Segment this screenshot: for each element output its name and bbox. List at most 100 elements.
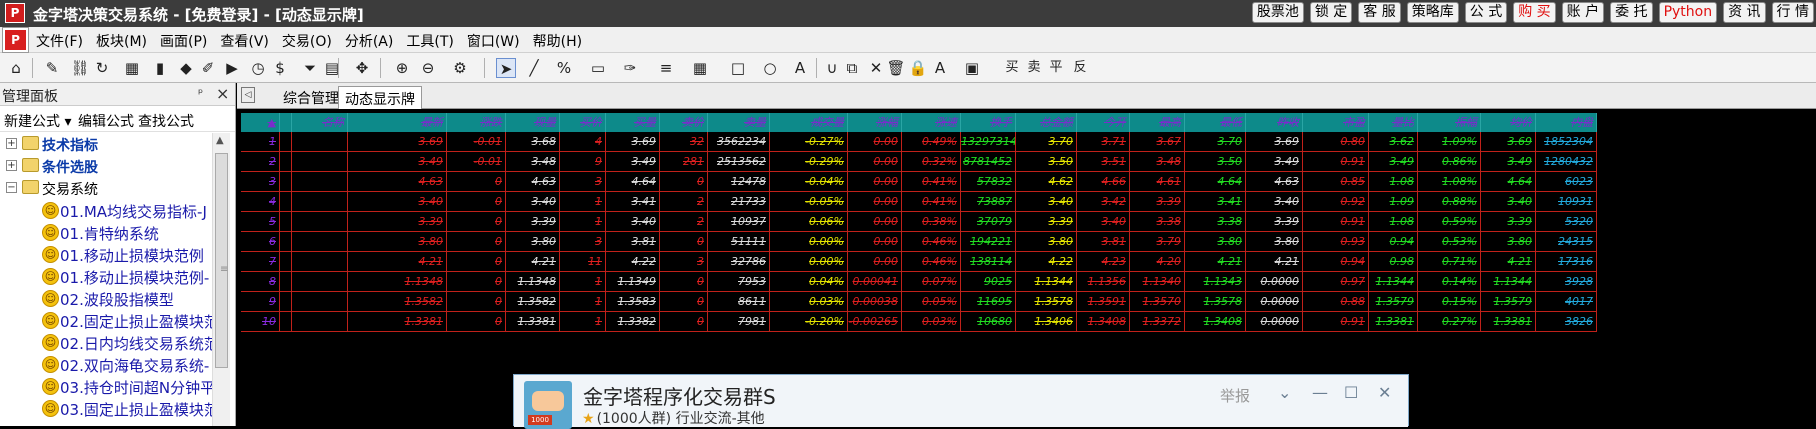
grid-cell[interactable]: 0.00 (848, 152, 902, 172)
trash-icon[interactable]: 🗑 (886, 58, 906, 78)
grid-cell[interactable]: 0.41% (902, 192, 961, 212)
menu-item[interactable]: 工具(T) (406, 31, 453, 51)
grid-cell[interactable]: 3.69 (1481, 132, 1536, 152)
grid-cell[interactable] (280, 312, 292, 332)
sell-icon[interactable]: 卖 (1024, 58, 1044, 78)
grid-cell[interactable]: 3.49 (606, 152, 660, 172)
menu-item[interactable]: 画面(P) (160, 31, 207, 51)
column-header[interactable]: 振幅 (1418, 113, 1481, 132)
grid-cell[interactable]: -0.05% (770, 192, 848, 212)
lock-icon[interactable]: 🔒 (908, 58, 928, 78)
grid-cell[interactable]: 0 (660, 232, 708, 252)
grid-cell[interactable]: 3.68 (506, 132, 560, 152)
grid-cell[interactable]: 8 (241, 272, 280, 292)
grid-cell[interactable]: 3.40 (1016, 192, 1077, 212)
buy-icon[interactable]: 买 (1002, 58, 1022, 78)
grid-cell[interactable]: 1.1344 (1481, 272, 1536, 292)
grid-cell[interactable]: -0.00265 (848, 312, 902, 332)
grid-cell[interactable]: 1.3582 (506, 292, 560, 312)
grid-cell[interactable]: 3826 (1536, 312, 1597, 332)
grid-cell[interactable]: 0.0000 (1246, 292, 1303, 312)
grid-cell[interactable]: 57832 (961, 172, 1016, 192)
scroll-up-icon[interactable]: ▲ (216, 135, 224, 146)
grid-cell[interactable]: 1.1348 (506, 272, 560, 292)
home-icon[interactable]: ⌂ (6, 58, 26, 78)
grid-cell[interactable]: 37079 (961, 212, 1016, 232)
grid-cell[interactable]: 0 (447, 312, 506, 332)
collapse-icon[interactable]: ⌄ (1278, 383, 1291, 402)
text-icon[interactable]: A (790, 58, 810, 78)
top-button[interactable]: 账 户 (1561, 2, 1605, 23)
grid-cell[interactable]: 0.06% (770, 212, 848, 232)
tree-leaf[interactable]: ☺ 03.持仓时间超N分钟平 (0, 375, 212, 397)
grid-cell[interactable]: 0.00% (770, 252, 848, 272)
grid-cell[interactable]: 0.46% (902, 232, 961, 252)
grid-cell[interactable] (280, 132, 292, 152)
grid-cell[interactable] (292, 292, 348, 312)
grid-cell[interactable] (292, 212, 348, 232)
grid-cell[interactable]: 3.42 (1077, 192, 1130, 212)
grid-cell[interactable]: 4.63 (506, 172, 560, 192)
grid-cell[interactable] (280, 212, 292, 232)
grid-cell[interactable]: 1.1343 (1185, 272, 1246, 292)
grid-cell[interactable]: 3.38 (1185, 212, 1246, 232)
grid-cell[interactable]: 0.07% (902, 272, 961, 292)
grid-cell[interactable] (280, 252, 292, 272)
grid-cell[interactable]: 1.3578 (1016, 292, 1077, 312)
grid-cell[interactable]: 3.70 (1016, 132, 1077, 152)
save-icon[interactable]: ▣ (962, 58, 982, 78)
grid-cell[interactable]: -0.29% (770, 152, 848, 172)
scroll-thumb[interactable]: ≡ (215, 153, 228, 368)
zoom-out-icon[interactable]: ⊖ (418, 58, 438, 78)
grid-cell[interactable]: 0 (447, 272, 506, 292)
grid-cell[interactable]: 3.40 (606, 212, 660, 232)
grid-cell[interactable]: 1.1340 (1130, 272, 1185, 292)
grid-cell[interactable]: 1.08% (1418, 172, 1481, 192)
column-header[interactable]: 名称 (292, 113, 348, 132)
grid-cell[interactable]: 3.39 (1130, 192, 1185, 212)
reverse-icon[interactable]: 反 (1070, 58, 1090, 78)
grid-cell[interactable]: 1.3582 (348, 292, 447, 312)
grid-cell[interactable]: 0.88% (1418, 192, 1481, 212)
grid-cell[interactable]: 4.20 (1130, 252, 1185, 272)
diamond-icon[interactable]: ◆ (176, 58, 196, 78)
column-header[interactable]: 量比 (1369, 113, 1418, 132)
timer-icon[interactable]: ◷ (248, 58, 268, 78)
grid-cell[interactable]: 1.1348 (348, 272, 447, 292)
grid-cell[interactable]: 10931 (1536, 192, 1597, 212)
grid-cell[interactable]: 3.80 (1246, 232, 1303, 252)
play-icon[interactable]: ▶ (222, 58, 242, 78)
grid-cell[interactable]: 3.81 (1077, 232, 1130, 252)
tree-leaf[interactable]: ☺ 03.固定止损止盈模块范 (0, 397, 212, 419)
menu-item[interactable]: 分析(A) (345, 31, 394, 51)
pen-icon[interactable]: ✑ (620, 58, 640, 78)
grid-cell[interactable]: 4.63 (1246, 172, 1303, 192)
grid-cell[interactable]: 1.08 (1369, 172, 1418, 192)
grid-cell[interactable]: 0.93 (1303, 232, 1369, 252)
close-icon[interactable]: × (216, 84, 229, 103)
grid-cell[interactable]: 4.22 (1016, 252, 1077, 272)
color-icon[interactable]: A (930, 58, 950, 78)
grid-cell[interactable] (280, 152, 292, 172)
column-header[interactable]: 涨速 (902, 113, 961, 132)
grid-cell[interactable]: 32786 (708, 252, 770, 272)
grid-cell[interactable] (280, 192, 292, 212)
grid-cell[interactable]: 0.53% (1418, 232, 1481, 252)
grid-cell[interactable] (280, 232, 292, 252)
grid-cell[interactable] (292, 312, 348, 332)
grid-cell[interactable]: 3 (660, 252, 708, 272)
grid-cell[interactable] (292, 232, 348, 252)
column-header[interactable]: 市盈 (1303, 113, 1369, 132)
grid-cell[interactable]: 17316 (1536, 252, 1597, 272)
grid-cell[interactable]: 4.61 (1130, 172, 1185, 192)
menu-item[interactable]: 文件(F) (36, 31, 83, 51)
grid-cell[interactable]: 4.64 (1185, 172, 1246, 192)
tree-folder[interactable]: + 技术指标 (0, 133, 212, 155)
grid-cell[interactable]: 10 (241, 312, 280, 332)
grid-cell[interactable]: 11695 (961, 292, 1016, 312)
grid-cell[interactable]: 0.59% (1418, 212, 1481, 232)
filter-icon[interactable]: ⏷ (300, 58, 320, 78)
grid-cell[interactable]: 0.00 (848, 192, 902, 212)
link-icon[interactable]: ⛓ (70, 58, 90, 78)
grid-cell[interactable]: 3.81 (606, 232, 660, 252)
